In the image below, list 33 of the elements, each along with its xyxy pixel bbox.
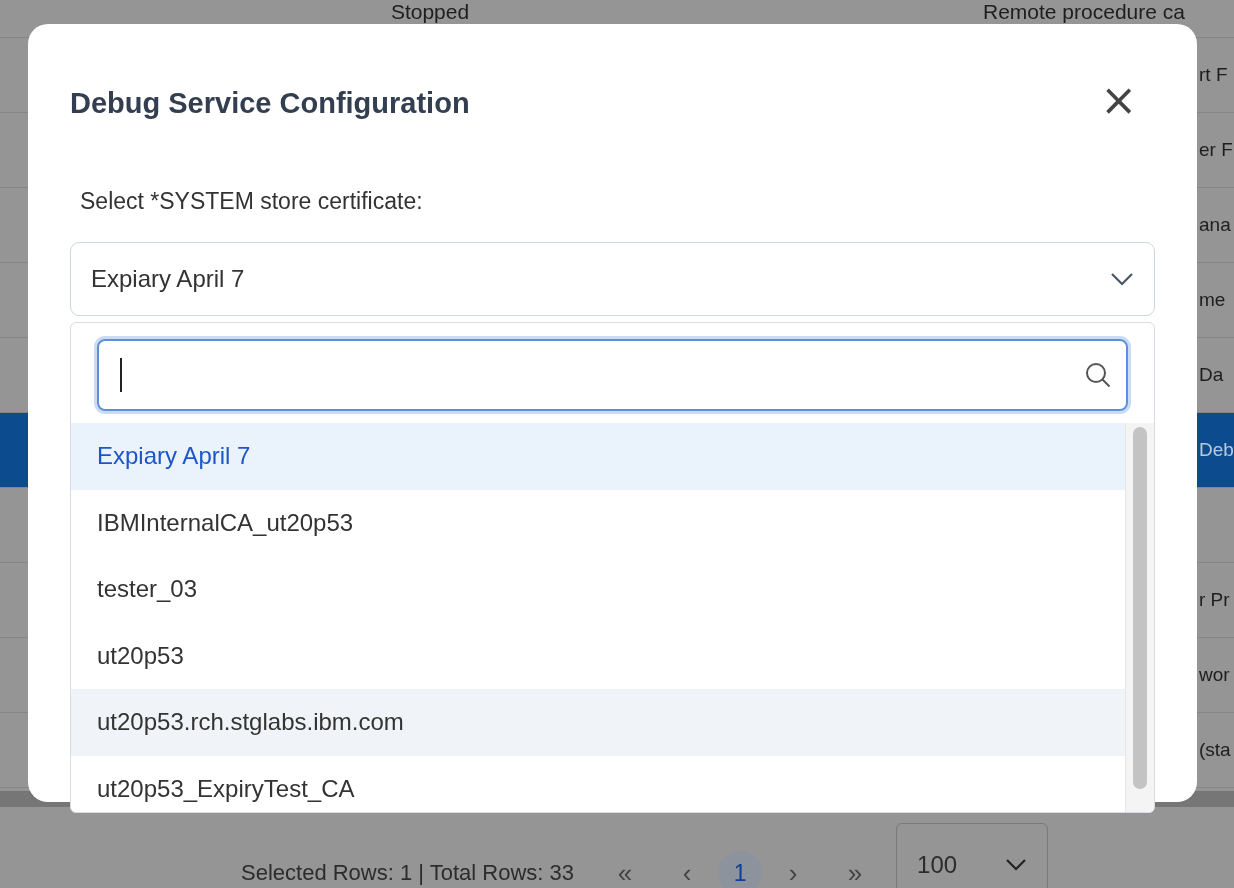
certificate-select[interactable]: Expiary April 7 — [70, 242, 1155, 316]
option-item[interactable]: ut20p53 — [71, 622, 1125, 689]
vertical-scrollbar[interactable] — [1125, 423, 1154, 812]
status-cell: Stopped — [390, 0, 470, 23]
description-cell: Deb — [1199, 439, 1234, 460]
description-cell: r Pr — [1199, 589, 1230, 610]
option-item[interactable]: ut20p53_ExpiryTest_CA — [71, 755, 1125, 812]
option-item[interactable]: IBMInternalCA_ut20p53 — [71, 489, 1125, 556]
search-icon — [1084, 361, 1112, 389]
first-page-button[interactable]: « — [594, 851, 657, 888]
dialog-title: Debug Service Configuration — [70, 86, 470, 120]
description-cell: rt F — [1199, 64, 1228, 85]
description-cell: Da — [1199, 364, 1224, 385]
description-cell: er F — [1199, 139, 1233, 160]
page-button[interactable]: 1 — [718, 851, 763, 888]
page-size-select[interactable]: 100 — [896, 823, 1049, 888]
description-cell: wor — [1199, 664, 1230, 685]
option-item[interactable]: Expiary April 7 — [71, 423, 1125, 490]
row-summary: Selected Rows: 1 | Total Rows: 33 — [241, 860, 575, 886]
next-page-button[interactable]: › — [762, 851, 825, 888]
close-button[interactable]: × — [1080, 80, 1157, 126]
search-field[interactable] — [97, 339, 1128, 411]
description-cell: (sta — [1199, 739, 1231, 760]
chevron-down-icon — [1005, 858, 1028, 872]
last-page-button[interactable]: » — [824, 851, 887, 888]
option-item[interactable]: ut20p53.rch.stglabs.ibm.com — [71, 689, 1125, 756]
chevron-down-icon — [1110, 272, 1134, 286]
description-cell: Remote procedure ca — [983, 0, 1185, 23]
previous-page-button[interactable]: ‹ — [656, 851, 719, 888]
field-label: Select *SYSTEM store certificate: — [80, 188, 424, 215]
description-cell: me — [1199, 289, 1226, 310]
description-cell: ana — [1199, 214, 1231, 235]
option-item[interactable]: tester_03 — [71, 556, 1125, 623]
